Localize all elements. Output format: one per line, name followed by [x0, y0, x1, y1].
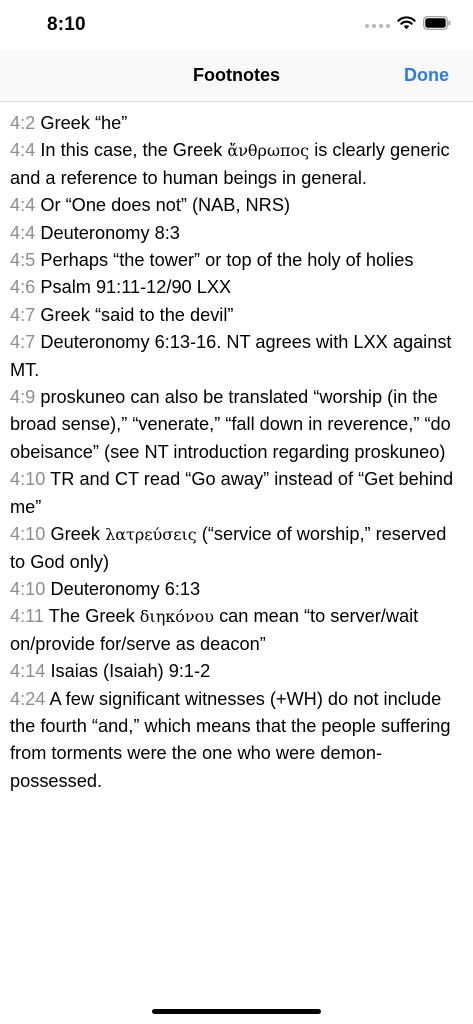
footnote-reference: 4:6 [10, 277, 36, 298]
footnote-item: 4:2 Greek “he” [10, 110, 466, 137]
footnote-text: Psalm 91:11-12/90 LXX [40, 277, 232, 298]
footnote-reference: 4:2 [10, 113, 36, 133]
footnote-text: In this case, the Greek [40, 140, 223, 161]
footnote-item: 4:6 Psalm 91:11-12/90 LXX [10, 274, 466, 301]
footnote-reference: 4:4 [10, 195, 36, 216]
footnote-reference: 4:24 [10, 688, 46, 709]
footnote-item: 4:11 The Greek διηκόνου can mean “to ser… [10, 603, 466, 658]
footnote-reference: 4:10 [10, 524, 46, 545]
footnote-text: Deuteronomy 6:13-16. NT agrees with LXX … [10, 332, 452, 380]
footnote-reference: 4:7 [10, 332, 36, 353]
footnote-text: Deuteronomy 6:13 [50, 578, 201, 599]
status-bar: 8:10 [0, 0, 473, 50]
footnote-text: Perhaps “the tower” or top of the holy o… [40, 250, 414, 271]
footnote-item: 4:7 Deuteronomy 6:13-16. NT agrees with … [10, 329, 466, 384]
footnote-reference: 4:14 [10, 661, 46, 682]
footnote-text: TR and CT read “Go away” instead of “Get… [10, 469, 454, 517]
footnote-reference: 4:5 [10, 250, 36, 271]
footnote-item: 4:4 Or “One does not” (NAB, NRS) [10, 192, 466, 219]
home-indicator[interactable] [152, 1009, 321, 1014]
footnote-reference: 4:4 [10, 222, 36, 243]
footnote-text: A few significant witnesses (+WH) do not… [10, 688, 451, 791]
done-button[interactable]: Done [404, 65, 449, 86]
footnote-reference: 4:9 [10, 387, 36, 408]
page-title: Footnotes [193, 65, 280, 85]
footnote-item: 4:14 Isaias (Isaiah) 9:1-2 [10, 658, 466, 685]
footnote-text: Greek “said to the devil” [40, 304, 234, 325]
battery-icon [423, 16, 451, 35]
footnote-item: 4:4 Deuteronomy 8:3 [10, 220, 466, 247]
status-time: 8:10 [47, 14, 86, 35]
footnote-item: 4:9 proskuneo can also be translated “wo… [10, 384, 466, 466]
status-icons [365, 16, 451, 35]
footnote-reference: 4:4 [10, 140, 36, 161]
footnote-greek-word: λατρεύσεις [105, 525, 197, 545]
signal-dots-icon [365, 23, 390, 28]
footnote-reference: 4:10 [10, 469, 46, 490]
footnote-item: 4:4 In this case, the Greek ἄνθρωπος is … [10, 137, 466, 192]
footnote-item: 4:10 Greek λατρεύσεις (“service of worsh… [10, 521, 466, 576]
footnote-item: 4:10 Deuteronomy 6:13 [10, 576, 466, 603]
footnote-greek-word: ἄνθρωπος [227, 141, 310, 161]
footnote-reference: 4:10 [10, 578, 46, 599]
footnotes-list: 4:2 Greek “he” 4:4 In this case, the Gre… [10, 110, 466, 795]
footnote-reference: 4:7 [10, 304, 36, 325]
footnote-item: 4:10 TR and CT read “Go away” instead of… [10, 466, 466, 521]
footnote-text: Isaias (Isaiah) 9:1-2 [50, 661, 211, 682]
footnote-item: 4:24 A few significant witnesses (+WH) d… [10, 686, 466, 796]
wifi-icon [397, 16, 416, 35]
footnote-reference: 4:11 [10, 606, 45, 627]
footnote-item: 4:7 Greek “said to the devil” [10, 302, 466, 329]
footnote-text: proskuneo can also be translated “worshi… [10, 387, 451, 462]
footnote-text: The Greek [48, 606, 135, 627]
footnote-greek-word: διηκόνου [139, 607, 214, 627]
footnote-text: Greek [50, 524, 100, 545]
navigation-bar: Footnotes Done [0, 50, 473, 102]
footnote-text: Greek “he” [40, 113, 128, 133]
footnote-item: 4:5 Perhaps “the tower” or top of the ho… [10, 247, 466, 274]
footnote-text: Or “One does not” (NAB, NRS) [40, 195, 291, 216]
footnote-text: Deuteronomy 8:3 [40, 222, 180, 243]
